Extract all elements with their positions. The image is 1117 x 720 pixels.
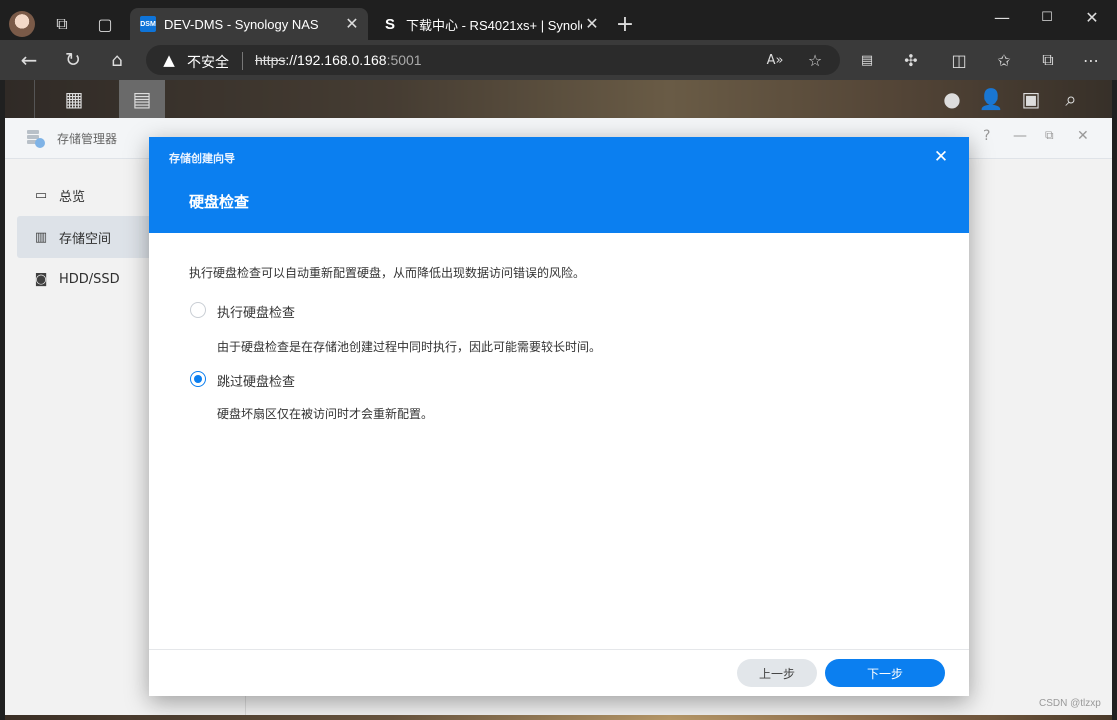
tab-dsm[interactable]: DSM DEV-DMS - Synology NAS ✕ xyxy=(130,8,368,40)
more-menu-icon[interactable]: ⋯ xyxy=(1080,50,1102,70)
maximize-window-icon[interactable]: ☐ xyxy=(1035,8,1059,26)
next-step-button[interactable]: 下一步 xyxy=(825,659,945,687)
favorite-star-icon[interactable]: ☆ xyxy=(804,50,826,70)
close-icon[interactable]: ✕ xyxy=(930,146,952,168)
wizard-header xyxy=(149,137,969,233)
security-label[interactable]: 不安全 xyxy=(187,52,229,72)
tab-close-icon[interactable]: ✕ xyxy=(582,14,602,34)
wizard-description: 执行硬盘检查可以自动重新配置硬盘，从而降低出现数据访问错误的风险。 xyxy=(189,266,586,280)
run-disk-check-note: 由于硬盘检查是在存储池创建过程中同时执行，因此可能需要较长时间。 xyxy=(217,340,602,354)
watermark: CSDN @tlzxp xyxy=(1039,698,1101,709)
favorites-icon[interactable]: ✩ xyxy=(993,50,1015,70)
new-tab-icon[interactable]: + xyxy=(614,12,636,37)
minimize-app-icon[interactable]: — xyxy=(1013,128,1027,144)
user-icon[interactable]: 👤 xyxy=(978,86,1004,112)
close-window-icon[interactable]: ✕ xyxy=(1080,8,1104,27)
home-icon[interactable]: ⌂ xyxy=(106,49,128,71)
widgets-icon[interactable]: ▣ xyxy=(1018,86,1044,112)
skip-disk-check-label[interactable]: 跳过硬盘检查 xyxy=(217,371,295,390)
tab-title: 下载中心 - RS4021xs+ | Synology xyxy=(406,17,582,33)
storage-manager-taskbar-icon[interactable]: ▤ xyxy=(119,80,165,118)
notifications-icon[interactable]: ● xyxy=(939,86,965,112)
tab-actions-icon[interactable]: ▢ xyxy=(95,14,115,34)
previous-step-button[interactable]: 上一步 xyxy=(737,659,817,687)
profile-avatar[interactable] xyxy=(9,11,35,37)
wizard-footer-divider xyxy=(149,649,969,650)
skip-disk-check-note: 硬盘坏扇区仅在被访问时才会重新配置。 xyxy=(217,407,434,421)
tab-title: DEV-DMS - Synology NAS xyxy=(164,16,319,32)
url-host: ://192.168.0.168 xyxy=(285,52,387,68)
minimize-window-icon[interactable]: — xyxy=(990,8,1014,27)
back-icon[interactable]: ← xyxy=(18,48,40,72)
address-bar[interactable] xyxy=(146,45,840,75)
main-menu-icon[interactable]: ▦ xyxy=(60,86,88,112)
tab-close-icon[interactable]: ✕ xyxy=(342,14,362,34)
synology-s-favicon-icon: S xyxy=(384,15,395,33)
translate-icon[interactable]: ▤ xyxy=(856,50,878,70)
read-aloud-icon[interactable]: A» xyxy=(764,50,786,70)
url-scheme: https xyxy=(255,52,286,68)
taskbar-divider xyxy=(34,80,35,118)
wizard-window-title: 存储创建向导 xyxy=(169,152,235,165)
split-screen-icon[interactable]: ◫ xyxy=(948,50,970,70)
collections-icon[interactable]: ⧉ xyxy=(1037,50,1059,70)
address-divider xyxy=(242,52,243,70)
wizard-step-title: 硬盘检查 xyxy=(189,193,250,211)
refresh-icon[interactable]: ↻ xyxy=(62,49,84,71)
storage-manager-title: 存储管理器 xyxy=(57,132,118,146)
dsm-favicon-icon: DSM xyxy=(140,16,156,32)
search-icon[interactable]: ⌕ xyxy=(1058,86,1084,112)
warning-icon[interactable]: ▲ xyxy=(160,51,178,69)
run-disk-check-radio[interactable] xyxy=(190,302,206,318)
close-app-icon[interactable]: ✕ xyxy=(1077,128,1089,144)
storage-manager-icon xyxy=(27,130,45,148)
url-port: :5001 xyxy=(386,52,422,68)
extensions-icon[interactable]: ✣ xyxy=(900,50,922,70)
restore-app-icon[interactable]: ⧉ xyxy=(1045,128,1054,143)
url-text[interactable]: https://192.168.0.168:5001 xyxy=(255,52,422,68)
run-disk-check-label[interactable]: 执行硬盘检查 xyxy=(217,302,295,321)
tab-download-center[interactable]: S 下载中心 - RS4021xs+ | Synology ✕ xyxy=(372,8,608,40)
skip-disk-check-radio[interactable] xyxy=(190,371,206,387)
help-icon[interactable]: ? xyxy=(983,128,990,144)
workspaces-icon[interactable]: ⧉ xyxy=(52,14,72,34)
